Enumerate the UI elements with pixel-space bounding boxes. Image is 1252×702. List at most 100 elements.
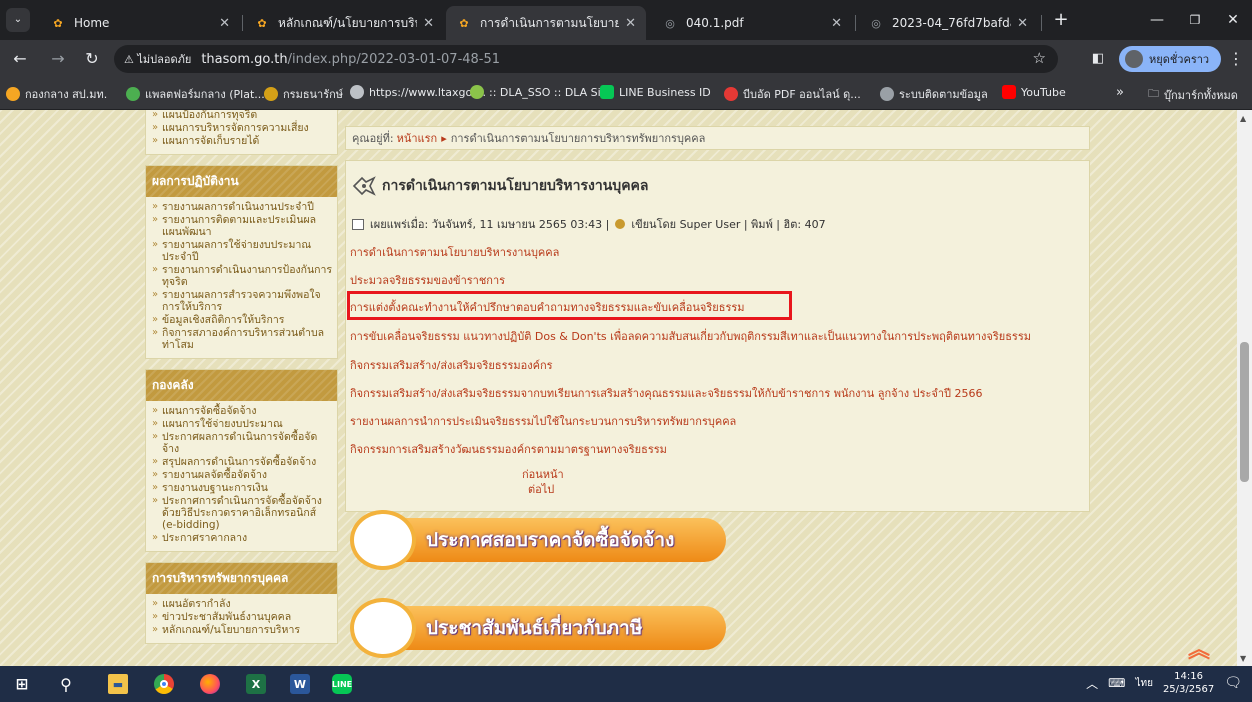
bookmark-item[interactable]: กรมธนารักษ์ — [264, 85, 343, 103]
article-link[interactable]: การดำเนินการตามนโยบายบริหารงานบุคคล — [350, 243, 559, 261]
sidebar-link[interactable]: รายงานงบฐานะการเงิน — [152, 482, 333, 494]
close-icon[interactable]: ✕ — [219, 16, 230, 31]
sidebar-link[interactable]: แผนอัตรากำลัง — [152, 598, 333, 610]
sidebar-link[interactable]: แผนการบริหารจัดการความเสี่ยง — [152, 122, 333, 134]
main-content: คุณอยู่ที่: หน้าแรก ▸ การดำเนินการตามนโย… — [345, 126, 1090, 512]
sidebar-link[interactable]: รายงานการดำเนินงานการป้องกันการทุจริต — [152, 264, 333, 288]
site-favicon-icon: ✿ — [459, 16, 469, 30]
tab-hr-policy[interactable]: ✿ หลักเกณฑ์/นโยบายการบริหารทรั ✕ — [244, 6, 444, 40]
article-link[interactable]: ประมวลจริยธรรมของข้าราชการ — [350, 271, 505, 289]
sidebar-link[interactable]: รายงานผลการดำเนินงานประจำปี — [152, 201, 333, 213]
breadcrumb: คุณอยู่ที่: หน้าแรก ▸ การดำเนินการตามนโย… — [345, 126, 1090, 150]
sidebar-link[interactable]: แผนการจัดเก็บรายได้ — [152, 135, 333, 147]
highlight-box — [347, 291, 792, 320]
tab-separator — [242, 15, 243, 31]
page-scrollbar[interactable]: ▲ ▼ — [1237, 110, 1252, 666]
article-link[interactable]: กิจกรรมการเสริมสร้างวัฒนธรรมองค์กรตามมาต… — [350, 440, 667, 458]
excel-icon[interactable]: X — [246, 674, 266, 694]
sidebar-heading: กองคลัง — [146, 370, 337, 401]
close-window-button[interactable]: ✕ — [1218, 8, 1248, 32]
banner-tax[interactable]: ประชาสัมพันธ์เกี่ยวกับภาษี — [350, 596, 738, 660]
sidebar-link[interactable]: แผนป้องกันการทุจริต — [152, 110, 333, 121]
tab-hr-operation[interactable]: ✿ การดำเนินการตามนโยบายการบริ ✕ — [446, 6, 646, 40]
line-icon — [600, 85, 614, 99]
firefox-icon[interactable] — [200, 674, 220, 694]
bookmark-item[interactable]: :: DLA_SSO :: DLA Si... — [470, 85, 611, 99]
bookmark-item[interactable]: กองกลาง สป.มท. — [6, 85, 107, 103]
bookmark-item[interactable]: https://www.ltaxgo.... — [350, 85, 486, 99]
close-icon[interactable]: ✕ — [1017, 16, 1028, 31]
bookmark-item[interactable]: บีบอัด PDF ออนไลน์ ดุ... — [724, 85, 861, 103]
minimize-button[interactable]: — — [1142, 8, 1172, 32]
scroll-down-arrow-icon[interactable]: ▼ — [1240, 654, 1246, 663]
bookmark-item[interactable]: YouTube — [1002, 85, 1066, 99]
menu-kebab-icon[interactable]: ⋮ — [1226, 49, 1246, 69]
breadcrumb-home-link[interactable]: หน้าแรก — [397, 129, 438, 147]
line-app-icon[interactable]: LINE — [332, 674, 352, 694]
scrollbar-thumb[interactable] — [1240, 342, 1249, 482]
scroll-up-arrow-icon[interactable]: ▲ — [1240, 114, 1246, 123]
site-favicon-icon: ✿ — [257, 16, 267, 30]
sidepanel-icon[interactable]: ◧ — [1088, 49, 1108, 69]
forward-button[interactable]: → — [48, 49, 68, 69]
clock[interactable]: 14:16 25/3/2567 — [1163, 670, 1214, 696]
sidebar-link[interactable]: กิจการสภาองค์การบริหารส่วนตำบลท่าโสม — [152, 327, 333, 351]
restore-button[interactable]: ❐ — [1180, 8, 1210, 32]
sidebar-link[interactable]: ประกาศราคากลาง — [152, 532, 333, 544]
sidebar-box-plans: แผนป้องกันการทุจริต แผนการบริหารจัดการคว… — [145, 110, 338, 155]
tab-home[interactable]: ✿ Home ✕ — [40, 6, 240, 40]
sidebar-link[interactable]: รายงานการติดตามและประเมินผลแผนพัฒนา — [152, 214, 333, 238]
sidebar-link[interactable]: ประกาศผลการดำเนินการจัดซื้อจัดจ้าง — [152, 431, 333, 455]
calendar-icon — [352, 218, 364, 230]
tab-file[interactable]: ◎ 2023-04_76fd7bafda003b3. ✕ — [858, 6, 1038, 40]
sidebar-link[interactable]: ข้อมูลเชิงสถิติการให้บริการ — [152, 314, 333, 326]
search-icon[interactable]: ⚲ — [56, 674, 76, 694]
close-icon[interactable]: ✕ — [625, 16, 636, 31]
sidebar-link[interactable]: รายงานผลการใช้จ่ายงบประมาณประจำปี — [152, 239, 333, 263]
bookmark-star-icon[interactable]: ☆ — [1033, 49, 1046, 67]
article-link[interactable]: กิจกรรมเสริมสร้าง/ส่งเสริมจริยธรรมจากบทเ… — [350, 384, 983, 402]
sidebar-link[interactable]: แผนการใช้จ่ายงบประมาณ — [152, 418, 333, 430]
left-sidebar: แผนป้องกันการทุจริต แผนการบริหารจัดการคว… — [145, 110, 338, 666]
sidebar-link[interactable]: ข่าวประชาสัมพันธ์งานบุคคล — [152, 611, 333, 623]
windows-start-icon[interactable]: ⊞ — [12, 674, 32, 694]
all-bookmarks-button[interactable]: 🗀 บุ๊กมาร์กทั้งหมด — [1148, 85, 1238, 104]
sidebar-link[interactable]: แผนการจัดซื้อจัดจ้าง — [152, 405, 333, 417]
close-icon[interactable]: ✕ — [423, 16, 434, 31]
not-secure-warning[interactable]: ⚠ ไม่ปลอดภัย — [124, 50, 191, 68]
sidebar-link[interactable]: สรุปผลการดำเนินการจัดซื้อจัดจ้าง — [152, 456, 333, 468]
article-link[interactable]: กิจกรรมเสริมสร้าง/ส่งเสริมจริยธรรมองค์กร — [350, 356, 553, 374]
bookmarks-overflow-button[interactable]: » — [1116, 85, 1124, 100]
article-link[interactable]: รายงานผลการนำการประเมินจริยธรรมไปใช้ในกร… — [350, 412, 736, 430]
banner-procurement[interactable]: ประกาศสอบราคาจัดซื้อจัดจ้าง — [350, 508, 738, 572]
word-icon[interactable]: W — [290, 674, 310, 694]
back-button[interactable]: ← — [10, 49, 30, 69]
bookmark-item[interactable]: ระบบติดตามข้อมูล — [880, 85, 988, 103]
bookmark-item[interactable]: แพลตฟอร์มกลาง (Plat... — [126, 85, 265, 103]
tab-strip: ⌄ ✿ Home ✕ ✿ หลักเกณฑ์/นโยบายการบริหารทร… — [0, 0, 1252, 40]
sidebar-link[interactable]: รายงานผลการสำรวจความพึงพอใจการให้บริการ — [152, 289, 333, 313]
notification-icon[interactable]: 🗨 — [1224, 675, 1242, 691]
next-page-link[interactable]: ต่อไป — [528, 480, 554, 498]
article-title-icon — [352, 176, 376, 196]
tray-overflow-icon[interactable]: ︿ — [1086, 675, 1098, 692]
address-bar[interactable]: ⚠ ไม่ปลอดภัย thasom.go.th/index.php/2022… — [114, 45, 1058, 73]
input-language[interactable]: ไทย — [1135, 676, 1152, 691]
scroll-to-top-icon[interactable]: ︽ — [1188, 632, 1210, 664]
avatar — [1125, 50, 1143, 68]
sidebar-link[interactable]: ประกาศการดำเนินการจัดซื้อจัดจ้าง ด้วยวิธ… — [152, 495, 333, 531]
sidebar-link[interactable]: หลักเกณฑ์/นโยบายการบริหาร — [152, 624, 333, 636]
breadcrumb-separator-icon: ▸ — [441, 131, 447, 145]
chrome-icon[interactable] — [154, 674, 174, 694]
tab-pdf[interactable]: ◎ 040.1.pdf ✕ — [652, 6, 852, 40]
tab-search-button[interactable]: ⌄ — [6, 8, 30, 32]
sidebar-link[interactable]: รายงานผลจัดซื้อจัดจ้าง — [152, 469, 333, 481]
close-icon[interactable]: ✕ — [831, 16, 842, 31]
file-explorer-icon[interactable]: ▬ — [108, 674, 128, 694]
article-link[interactable]: การขับเคลื่อนจริยธรรม แนวทางปฏิบัติ Dos … — [350, 327, 1031, 345]
keyboard-icon[interactable]: ⌨ — [1108, 676, 1125, 690]
reload-button[interactable]: ↻ — [82, 49, 102, 69]
bookmark-item[interactable]: LINE Business ID — [600, 85, 711, 99]
new-tab-button[interactable]: + — [1046, 8, 1076, 32]
profile-button[interactable]: หยุดชั่วคราว — [1119, 46, 1221, 72]
